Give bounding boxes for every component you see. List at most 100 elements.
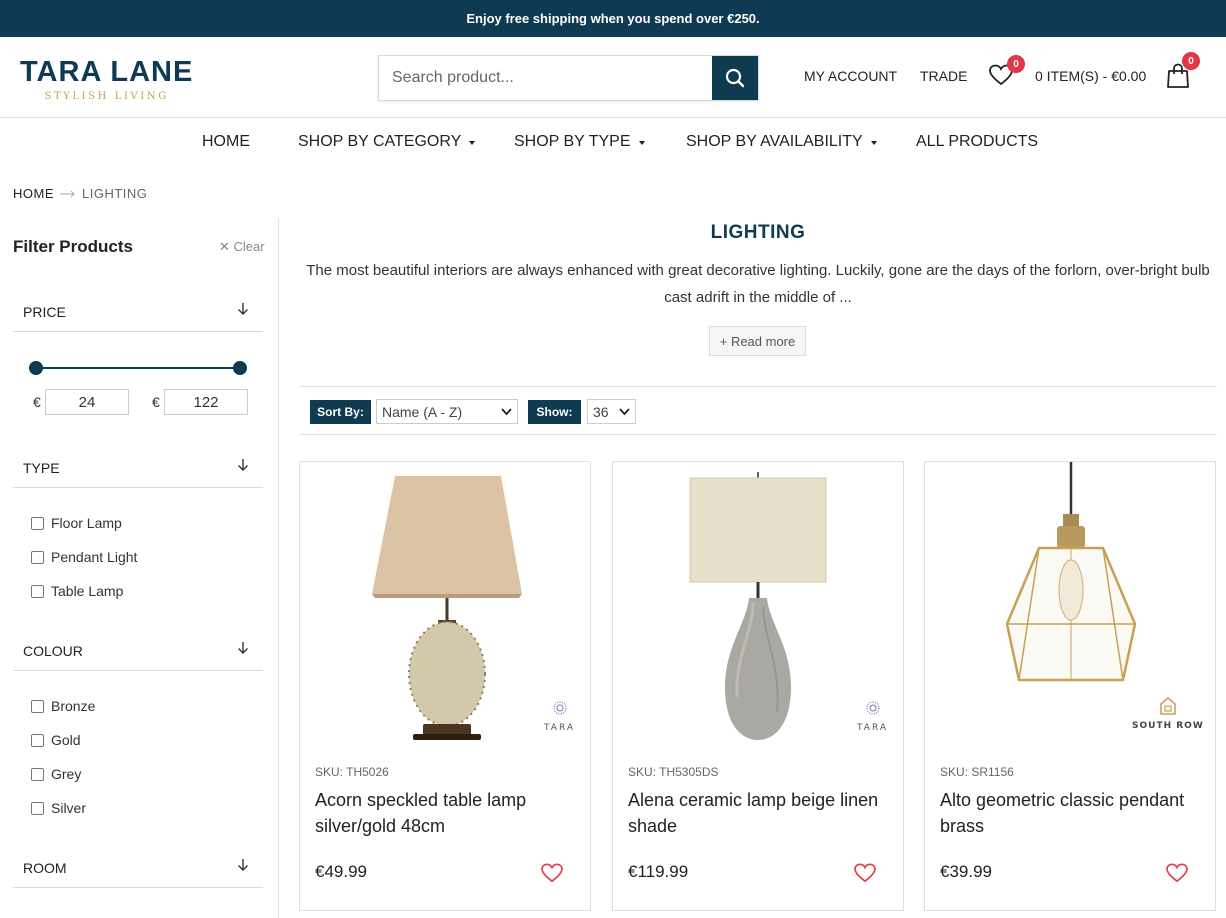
sun-icon [552,701,567,715]
nav-label: HOME [202,133,250,150]
show-select-value: 36 [593,403,609,420]
option-label: Bronze [51,698,96,714]
checkbox[interactable] [31,767,44,781]
brand-name: TARA [857,723,889,733]
nav-item-shop-by-availability[interactable]: SHOP BY AVAILABILITY [686,133,877,151]
site-logo[interactable]: TARA LANE STYLISH LIVING [20,57,193,102]
filter-section-colour[interactable]: COLOUR [13,629,263,671]
breadcrumb: HOME LIGHTING [13,186,147,201]
arrow-down-icon [238,459,248,471]
chevron-down-icon [501,408,512,416]
checkbox[interactable] [31,801,44,815]
logo-name: TARA LANE [20,56,194,88]
option-label: Table Lamp [51,583,124,599]
filter-option-bronze[interactable]: Bronze [31,698,95,714]
show-label: Show: [528,400,581,424]
filter-option-pendant-light[interactable]: Pendant Light [31,549,137,565]
wishlist-button[interactable]: 0 [989,55,1025,91]
filter-option-floor-lamp[interactable]: Floor Lamp [31,515,122,531]
sort-toolbar: Sort By: Name (A - Z) Show: 36 [299,386,1217,435]
price-max-input[interactable] [164,389,248,415]
nav-item-home[interactable]: HOME [202,133,250,151]
nav-item-shop-by-type[interactable]: SHOP BY TYPE [514,133,645,151]
arrow-down-icon [238,859,248,871]
sort-select[interactable]: Name (A - Z) [376,399,518,424]
arrow-right-icon [60,190,75,197]
product-price: €39.99 [940,862,992,881]
option-label: Pendant Light [51,549,138,565]
search-button[interactable] [712,56,758,100]
checkbox[interactable] [31,550,44,564]
filter-section-room[interactable]: ROOM [13,846,263,888]
checkbox[interactable] [31,516,44,530]
brand-logo-tara: TARA [857,698,888,733]
price-slider-min-handle[interactable] [29,361,43,375]
breadcrumb-current: LIGHTING [82,186,148,201]
sun-icon [865,701,880,715]
checkbox[interactable] [31,584,44,598]
caret-down-icon [870,141,877,145]
breadcrumb-home[interactable]: HOME [13,186,54,201]
heart-icon[interactable] [854,863,876,883]
filter-option-grey[interactable]: Grey [31,766,81,782]
sort-by-label: Sort By: [310,400,371,424]
filter-section-label: TYPE [23,460,60,476]
search-input[interactable] [379,56,712,100]
brand-logo-tara: TARA [544,698,575,733]
caret-down-icon [469,141,476,145]
site-header: TARA LANE STYLISH LIVING MY ACCOUNT TRAD… [0,37,1226,118]
heart-icon[interactable] [541,863,563,883]
sort-select-value: Name (A - Z) [382,403,463,420]
filter-option-gold[interactable]: Gold [31,732,81,748]
product-sku: SKU: TH5305DS [628,765,719,779]
filter-option-silver[interactable]: Silver [31,800,86,816]
my-account-link[interactable]: MY ACCOUNT [804,68,897,84]
price-slider-track[interactable] [36,367,240,369]
nav-label: SHOP BY TYPE [514,133,631,150]
cart-button[interactable]: 0 [1166,52,1200,94]
clear-label: Clear [233,239,265,254]
price-slider-max-handle[interactable] [233,361,247,375]
product-card[interactable]: TARA SKU: TH5305DS Alena ceramic lamp be… [612,461,904,911]
chevron-down-icon [619,408,630,416]
nav-label: SHOP BY AVAILABILITY [686,133,863,150]
show-select[interactable]: 36 [587,399,636,424]
filter-section-price[interactable]: PRICE [13,290,263,332]
product-sku: SKU: TH5026 [315,765,389,779]
filter-title: Filter Products [13,237,133,256]
filter-sidebar: Filter Products ✕ Clear PRICE € € TYPE F… [0,218,279,918]
product-card[interactable]: TARA SKU: TH5026 Acorn speckled table la… [299,461,591,911]
category-description: The most beautiful interiors are always … [306,262,1210,306]
arrow-down-icon [238,642,248,654]
trade-link[interactable]: TRADE [920,68,967,84]
wishlist-count-badge: 0 [1007,55,1025,73]
filter-section-type[interactable]: TYPE [13,446,263,488]
clear-filters-button[interactable]: ✕ Clear [219,239,265,255]
currency-symbol: € [152,394,160,410]
price-min-input[interactable] [45,389,129,415]
product-name[interactable]: Acorn speckled table lamp silver/gold 48… [315,787,580,839]
product-price: €49.99 [315,862,367,881]
option-label: Gold [51,732,81,748]
category-title: LIGHTING [710,222,806,243]
nav-item-shop-by-category[interactable]: SHOP BY CATEGORY [298,133,476,151]
option-label: Floor Lamp [51,515,122,531]
nav-label: SHOP BY CATEGORY [298,133,462,150]
search-icon [725,68,745,88]
filter-option-table-lamp[interactable]: Table Lamp [31,583,123,599]
product-card[interactable]: SOUTH ROW SKU: SR1156 Alto geometric cla… [924,461,1216,911]
heart-icon[interactable] [1166,863,1188,883]
checkbox[interactable] [31,733,44,747]
announcement-bar: Enjoy free shipping when you spend over … [0,0,1226,37]
product-name[interactable]: Alto geometric classic pendant brass [940,787,1205,839]
filter-section-label: ROOM [23,860,67,876]
checkbox[interactable] [31,699,44,713]
product-sku: SKU: SR1156 [940,765,1014,779]
cart-summary[interactable]: 0 ITEM(S) - €0.00 [1035,68,1146,84]
nav-item-all-products[interactable]: ALL PRODUCTS [916,133,1038,151]
product-name[interactable]: Alena ceramic lamp beige linen shade [628,787,893,839]
close-icon: ✕ [219,239,230,254]
brand-logo-south-row: SOUTH ROW [1132,696,1204,731]
read-more-button[interactable]: + Read more [709,326,806,356]
brand-name: TARA [544,723,576,733]
